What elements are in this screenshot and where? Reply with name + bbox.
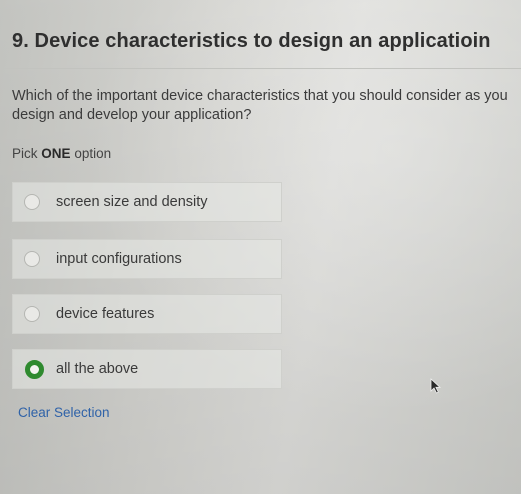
option-label: input configurations — [56, 251, 182, 267]
pick-prefix: Pick — [12, 146, 38, 161]
clear-selection-link[interactable]: Clear Selection — [18, 405, 110, 420]
option-label: screen size and density — [56, 194, 208, 210]
divider — [0, 68, 521, 69]
radio-button-selected[interactable] — [25, 360, 44, 379]
question-title: 9. Device characteristics to design an a… — [12, 30, 491, 52]
radio-button[interactable] — [24, 194, 40, 210]
pick-instruction: Pick ONE option — [12, 146, 111, 161]
pick-count: ONE — [41, 146, 71, 161]
option-all-the-above[interactable]: all the above — [12, 349, 282, 389]
option-input-configurations[interactable]: input configurations — [12, 239, 282, 279]
pick-suffix: option — [74, 146, 112, 161]
question-text: Which of the important device characteri… — [12, 88, 508, 123]
option-label: device features — [56, 306, 155, 322]
mouse-pointer-icon — [430, 378, 442, 394]
option-screen-size[interactable]: screen size and density — [12, 182, 282, 222]
option-device-features[interactable]: device features — [12, 294, 282, 334]
radio-button[interactable] — [24, 251, 40, 267]
option-label: all the above — [56, 361, 139, 377]
radio-button[interactable] — [24, 306, 40, 322]
